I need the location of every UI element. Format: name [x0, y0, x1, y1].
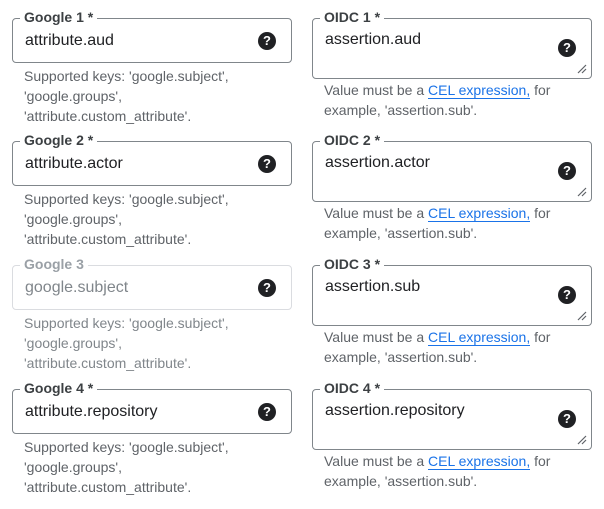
- cel-expression-link[interactable]: CEL expression,: [428, 82, 531, 99]
- hint-line: 'google.groups',: [24, 459, 122, 475]
- oidc-1-value: assertion.aud: [325, 31, 422, 48]
- hint-line: 'attribute.custom_attribute'.: [24, 355, 192, 371]
- google-2-label: Google 2 *: [20, 131, 98, 149]
- hint-line: 'google.groups',: [24, 211, 122, 227]
- textarea-resize-icon[interactable]: [575, 433, 587, 445]
- oidc-2-value: assertion.actor: [325, 154, 430, 171]
- hint-suffix: for: [530, 205, 551, 221]
- hint-suffix: for: [530, 82, 551, 98]
- help-circle-icon[interactable]: ?: [258, 403, 276, 421]
- hint-prefix: Value must be a: [324, 453, 429, 469]
- google-4-hint: Supported keys: 'google.subject', 'googl…: [24, 437, 292, 497]
- hint-line: 'google.groups',: [24, 335, 122, 351]
- hint-line: Value must be a CEL expression, for: [324, 80, 592, 100]
- google-3-hint: Supported keys: 'google.subject', 'googl…: [24, 313, 292, 373]
- hint-line: Supported keys: 'google.subject',: [24, 439, 229, 455]
- help-circle-icon[interactable]: ?: [558, 286, 576, 304]
- oidc-4-label: OIDC 4 *: [320, 379, 385, 397]
- hint-line: Value must be a CEL expression, for: [324, 327, 592, 347]
- oidc-1-textarea[interactable]: assertion.aud ?: [312, 18, 592, 79]
- google-3-label: Google 3: [20, 255, 88, 273]
- cel-expression-link[interactable]: CEL expression,: [428, 453, 531, 470]
- google-1-value: attribute.aud: [25, 32, 114, 49]
- textarea-resize-icon[interactable]: [575, 62, 587, 74]
- hint-line: Value must be a CEL expression, for: [324, 203, 592, 223]
- google-3-placeholder: google.subject: [25, 279, 129, 296]
- hint-line: 'attribute.custom_attribute'.: [24, 108, 192, 124]
- hint-prefix: Value must be a: [324, 329, 429, 345]
- oidc-2-textarea[interactable]: assertion.actor ?: [312, 141, 592, 202]
- hint-line: example, 'assertion.sub'.: [324, 225, 478, 241]
- google-1-field: attribute.aud ? Google 1 * Supported key…: [12, 8, 292, 124]
- help-circle-icon[interactable]: ?: [558, 39, 576, 57]
- hint-line: 'attribute.custom_attribute'.: [24, 231, 192, 247]
- google-4-value: attribute.repository: [25, 403, 158, 420]
- google-2-field: attribute.actor ? Google 2 * Supported k…: [12, 131, 292, 247]
- help-circle-icon[interactable]: ?: [258, 32, 276, 50]
- oidc-1-field: assertion.aud ? OIDC 1 * Value must be a…: [312, 8, 592, 118]
- oidc-2-hint: Value must be a CEL expression, for exam…: [324, 203, 592, 243]
- google-1-hint: Supported keys: 'google.subject', 'googl…: [24, 66, 292, 126]
- help-circle-icon[interactable]: ?: [258, 279, 276, 297]
- oidc-3-label: OIDC 3 *: [320, 255, 385, 273]
- oidc-4-textarea[interactable]: assertion.repository ?: [312, 389, 592, 450]
- help-circle-icon[interactable]: ?: [558, 410, 576, 428]
- google-2-hint: Supported keys: 'google.subject', 'googl…: [24, 189, 292, 249]
- hint-suffix: for: [530, 453, 551, 469]
- oidc-4-field: assertion.repository ? OIDC 4 * Value mu…: [312, 379, 592, 489]
- oidc-4-value: assertion.repository: [325, 402, 465, 419]
- hint-prefix: Value must be a: [324, 205, 429, 221]
- google-1-label: Google 1 *: [20, 8, 98, 26]
- textarea-resize-icon[interactable]: [575, 185, 587, 197]
- google-2-value: attribute.actor: [25, 155, 123, 172]
- google-3-field: google.subject ? Google 3 Supported keys…: [12, 255, 292, 371]
- hint-line: example, 'assertion.sub'.: [324, 473, 478, 489]
- oidc-3-textarea[interactable]: assertion.sub ?: [312, 265, 592, 326]
- oidc-1-label: OIDC 1 *: [320, 8, 385, 26]
- hint-suffix: for: [530, 329, 551, 345]
- oidc-3-hint: Value must be a CEL expression, for exam…: [324, 327, 592, 367]
- cel-expression-link[interactable]: CEL expression,: [428, 205, 531, 222]
- hint-line: Supported keys: 'google.subject',: [24, 68, 229, 84]
- textarea-resize-icon[interactable]: [575, 309, 587, 321]
- oidc-4-hint: Value must be a CEL expression, for exam…: [324, 451, 592, 491]
- oidc-1-hint: Value must be a CEL expression, for exam…: [324, 80, 592, 120]
- hint-prefix: Value must be a: [324, 82, 429, 98]
- google-4-label: Google 4 *: [20, 379, 98, 397]
- hint-line: example, 'assertion.sub'.: [324, 102, 478, 118]
- oidc-2-label: OIDC 2 *: [320, 131, 385, 149]
- hint-line: Value must be a CEL expression, for: [324, 451, 592, 471]
- oidc-2-field: assertion.actor ? OIDC 2 * Value must be…: [312, 131, 592, 241]
- help-circle-icon[interactable]: ?: [558, 162, 576, 180]
- oidc-3-field: assertion.sub ? OIDC 3 * Value must be a…: [312, 255, 592, 365]
- cel-expression-link[interactable]: CEL expression,: [428, 329, 531, 346]
- oidc-3-value: assertion.sub: [325, 278, 421, 295]
- hint-line: Supported keys: 'google.subject',: [24, 315, 229, 331]
- hint-line: example, 'assertion.sub'.: [324, 349, 478, 365]
- hint-line: Supported keys: 'google.subject',: [24, 191, 229, 207]
- hint-line: 'attribute.custom_attribute'.: [24, 479, 192, 495]
- hint-line: 'google.groups',: [24, 88, 122, 104]
- help-circle-icon[interactable]: ?: [258, 155, 276, 173]
- google-4-field: attribute.repository ? Google 4 * Suppor…: [12, 379, 292, 495]
